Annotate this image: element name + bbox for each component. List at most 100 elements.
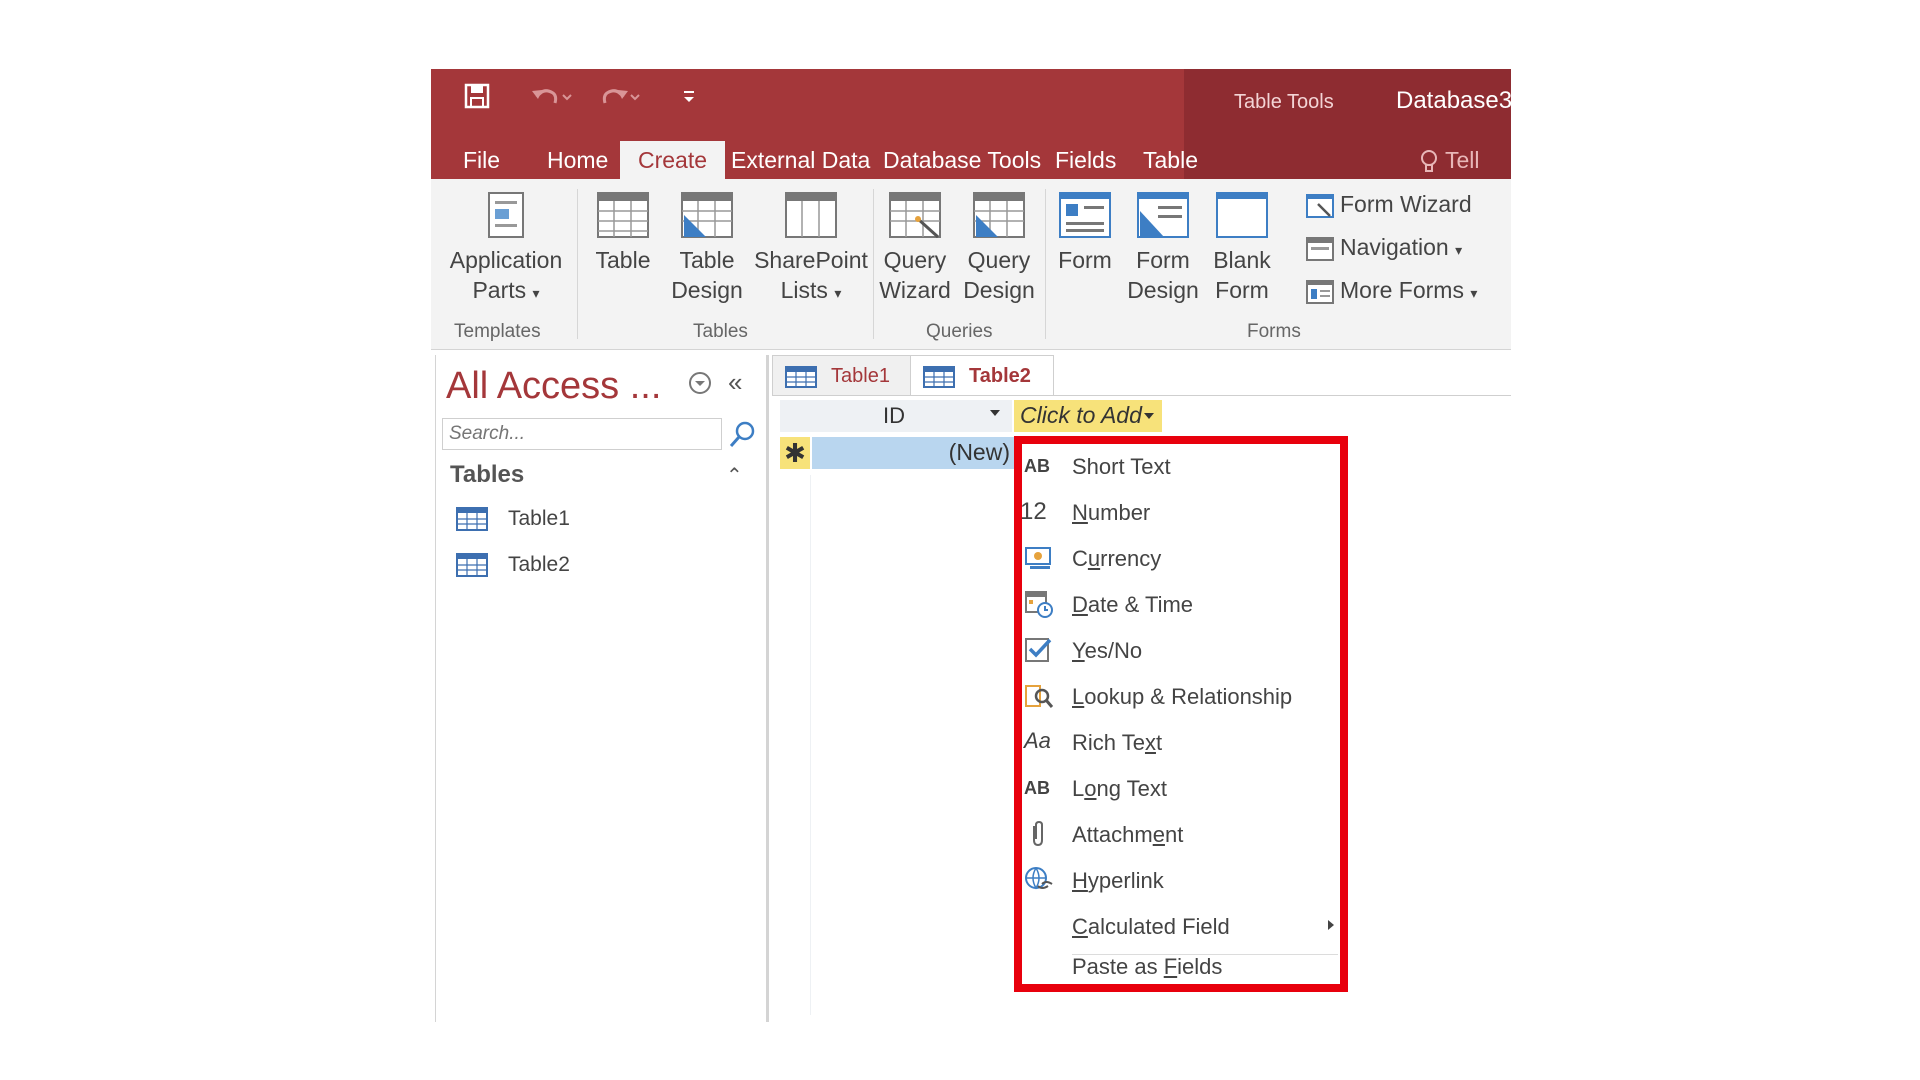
nav-pane-title[interactable]: All Access ...	[446, 365, 661, 408]
menu-item-long-text[interactable]: AB Long Text	[1022, 766, 1340, 810]
menu-item-date-time[interactable]: Date & Time	[1022, 582, 1340, 626]
form-wizard-button[interactable]: Form Wizard	[1306, 191, 1472, 218]
column-header-label: Click to Add	[1020, 402, 1142, 428]
label-access-key: D	[1072, 592, 1088, 617]
column-header-click-to-add[interactable]: Click to Add	[1014, 400, 1162, 432]
label-access-key: H	[1072, 868, 1088, 893]
chevron-down-icon[interactable]	[1144, 413, 1154, 419]
menu-item-short-text[interactable]: AB Short Text	[1022, 444, 1340, 488]
form-design-button[interactable]: Form Design	[1125, 191, 1201, 305]
group-label-forms: Forms	[1247, 321, 1301, 342]
nav-search-input[interactable]	[442, 418, 722, 450]
label-post: ields	[1177, 954, 1223, 979]
query-design-label-2: Design	[963, 277, 1035, 303]
sharepoint-lists-button[interactable]: SharePoint Lists ▾	[753, 191, 869, 308]
form-design-icon	[1137, 192, 1189, 238]
blank-form-button[interactable]: Blank Form	[1209, 191, 1275, 305]
short-text-icon: AB	[1024, 456, 1050, 476]
tab-fields[interactable]: Fields	[1037, 141, 1134, 179]
lookup-icon	[1025, 685, 1054, 708]
more-forms-button[interactable]: More Forms ▾	[1306, 277, 1477, 304]
menu-item-yes-no[interactable]: Yes/No	[1022, 628, 1340, 672]
group-label-templates: Templates	[454, 321, 541, 342]
label-post: t	[1155, 730, 1163, 755]
query-design-button[interactable]: Query Design	[959, 191, 1039, 305]
column-header-label: ID	[883, 403, 905, 428]
ribbon-separator	[1045, 189, 1046, 339]
label-pre: Rich Te	[1072, 730, 1145, 755]
doc-tab-label: Table2	[969, 365, 1031, 387]
label-post: umber	[1087, 500, 1151, 525]
redo-icon[interactable]	[597, 83, 641, 116]
table-icon	[456, 507, 488, 532]
more-forms-label: More Forms	[1340, 277, 1464, 303]
form-button[interactable]: Form	[1053, 191, 1117, 275]
blank-form-icon	[1216, 192, 1268, 238]
nav-pane-menu-icon[interactable]	[688, 371, 712, 395]
menu-item-paste-as-fields[interactable]: Paste as Fields	[1022, 944, 1340, 988]
tab-home[interactable]: Home	[529, 141, 626, 179]
menu-item-label: Short Text	[1072, 454, 1171, 479]
paperclip-icon	[1033, 820, 1043, 847]
blank-form-label-2: Form	[1215, 277, 1269, 303]
sharepoint-lists-label-2: Lists	[780, 277, 828, 303]
form-design-label-2: Design	[1127, 277, 1199, 303]
nav-item-table1[interactable]: Table1	[456, 507, 570, 532]
new-record-selector[interactable]: ✱	[780, 437, 810, 469]
menu-item-attachment[interactable]: Attachment	[1022, 812, 1340, 856]
label-post: ate & Time	[1087, 592, 1194, 617]
query-wizard-label-2: Wizard	[879, 277, 951, 303]
label-access-key: Y	[1072, 638, 1085, 663]
menu-item-calculated-field[interactable]: Calculated Field	[1022, 904, 1340, 948]
new-record-id-cell[interactable]: (New)	[812, 437, 1014, 469]
label-pre: Attachm	[1072, 822, 1153, 847]
label-post: ookup & Relationship	[1084, 684, 1293, 709]
save-icon[interactable]	[464, 83, 490, 116]
menu-item-lookup-relationship[interactable]: Lookup & Relationship	[1022, 674, 1340, 718]
query-wizard-button[interactable]: Query Wizard	[877, 191, 953, 305]
query-wizard-icon	[889, 192, 941, 239]
navigation-label: Navigation	[1340, 234, 1449, 260]
label-post: es/No	[1084, 638, 1143, 663]
tab-create[interactable]: Create	[620, 141, 726, 179]
form-wizard-icon	[1306, 193, 1334, 218]
undo-icon[interactable]	[529, 83, 573, 116]
cell-value: (New)	[948, 439, 1010, 465]
menu-item-hyperlink[interactable]: Hyperlink	[1022, 858, 1340, 902]
menu-item-currency[interactable]: Currency	[1022, 536, 1340, 580]
query-wizard-label-1: Query	[883, 247, 947, 273]
menu-item-number[interactable]: 12 Number	[1020, 490, 1340, 534]
table-design-icon	[681, 192, 733, 238]
navigation-button[interactable]: Navigation ▾	[1306, 234, 1462, 261]
chevron-up-icon[interactable]: ⌃	[726, 463, 743, 488]
menu-item-rich-text[interactable]: Aa Rich Text	[1022, 720, 1340, 764]
application-parts-button[interactable]: Application Parts ▾	[437, 191, 575, 308]
collapse-pane-icon[interactable]: «	[728, 367, 742, 398]
column-header-id[interactable]: ID	[780, 400, 1012, 432]
blank-form-label-1: Blank	[1213, 247, 1271, 273]
label-access-key: N	[1072, 500, 1088, 525]
table-button[interactable]: Table	[587, 191, 659, 275]
form-label: Form	[1058, 247, 1112, 273]
tab-table[interactable]: Table	[1125, 141, 1216, 179]
doc-tab-table2[interactable]: Table2	[910, 355, 1054, 396]
label-access-key: x	[1144, 730, 1156, 755]
tab-file[interactable]: File	[445, 141, 518, 179]
tab-external-data[interactable]: External Data	[713, 141, 888, 179]
table-icon	[597, 192, 649, 238]
nav-item-table2[interactable]: Table2	[456, 553, 570, 578]
doc-tab-table1[interactable]: Table1	[772, 355, 916, 396]
form-wizard-label: Form Wizard	[1340, 191, 1472, 217]
customize-qat-icon[interactable]	[682, 83, 696, 114]
label-post: rrency	[1100, 546, 1162, 571]
query-design-icon	[973, 192, 1025, 238]
chevron-down-icon[interactable]	[990, 410, 1000, 416]
label-access-key: C	[1072, 914, 1088, 939]
search-icon[interactable]	[728, 419, 758, 449]
table-design-button[interactable]: Table Design	[665, 191, 749, 305]
tell-me-box[interactable]: Tell m	[1401, 141, 1511, 211]
nav-section-tables[interactable]: Tables	[450, 461, 524, 489]
label-post: nt	[1164, 822, 1184, 847]
tab-database-tools[interactable]: Database Tools	[865, 141, 1059, 179]
rich-text-icon: Aa	[1024, 728, 1051, 753]
